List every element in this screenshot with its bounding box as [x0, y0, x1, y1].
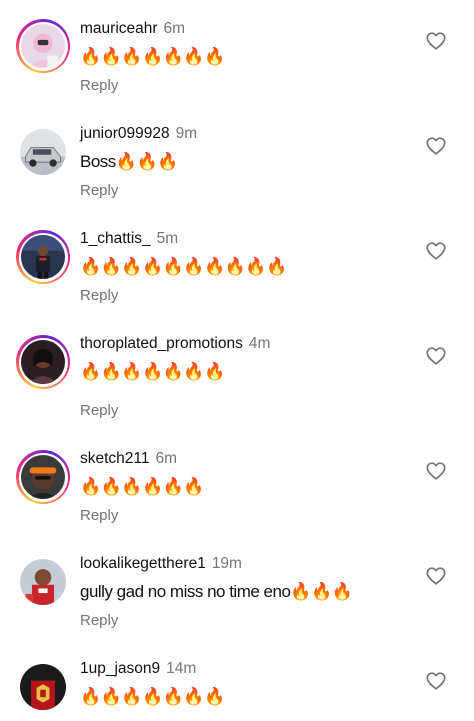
reply-button[interactable]: Reply: [80, 287, 118, 304]
comment-text: 🔥🔥🔥🔥🔥🔥🔥: [80, 47, 225, 66]
comment-time: 4m: [248, 335, 271, 352]
heart-outline-icon[interactable]: [425, 30, 447, 52]
reply-button[interactable]: Reply: [80, 402, 118, 419]
reply-button[interactable]: Reply: [80, 612, 118, 629]
comment-time: 9m: [175, 125, 198, 142]
comment-item: mauriceahr 6m 🔥🔥🔥🔥🔥🔥🔥 Reply: [0, 0, 474, 105]
comment-username-line: thoroplated_promotions 4m: [80, 335, 270, 353]
comment-time: 6m: [155, 450, 178, 467]
reply-button[interactable]: Reply: [80, 182, 118, 199]
heart-outline-icon[interactable]: [425, 345, 447, 367]
reply-button[interactable]: Reply: [80, 507, 118, 524]
avatar[interactable]: [16, 19, 70, 73]
comment-item: 1_chattis_ 5m 🔥🔥🔥🔥🔥🔥🔥🔥🔥🔥 Reply: [0, 210, 474, 315]
comment-time: 5m: [156, 230, 179, 247]
avatar[interactable]: [16, 555, 70, 609]
avatar[interactable]: [16, 450, 70, 504]
comment-username[interactable]: junior099928: [80, 125, 170, 142]
comment-text: 🔥🔥🔥🔥🔥🔥🔥: [80, 687, 225, 706]
comment-username[interactable]: thoroplated_promotions: [80, 335, 243, 352]
comment-time: 6m: [163, 20, 186, 37]
comment-username-line: sketch211 6m: [80, 450, 177, 468]
heart-outline-icon[interactable]: [425, 240, 447, 262]
avatar[interactable]: [16, 660, 70, 714]
reply-button[interactable]: Reply: [80, 77, 118, 94]
comment-text: 🔥🔥🔥🔥🔥🔥🔥: [80, 362, 225, 381]
avatar[interactable]: [16, 335, 70, 389]
comment-item: thoroplated_promotions 4m 🔥🔥🔥🔥🔥🔥🔥 Reply: [0, 315, 474, 420]
comment-username[interactable]: 1up_jason9: [80, 660, 160, 677]
comment-item: 1up_jason9 14m 🔥🔥🔥🔥🔥🔥🔥: [0, 640, 474, 721]
comment-item: sketch211 6m 🔥🔥🔥🔥🔥🔥 Reply: [0, 430, 474, 535]
comment-text: Boss🔥🔥🔥: [80, 152, 178, 171]
comment-username-line: 1up_jason9 14m: [80, 660, 196, 678]
avatar[interactable]: [16, 230, 70, 284]
comment-time: 19m: [211, 555, 242, 572]
heart-outline-icon[interactable]: [425, 460, 447, 482]
comment-username[interactable]: sketch211: [80, 450, 150, 467]
comment-username-line: junior099928 9m: [80, 125, 197, 143]
heart-outline-icon[interactable]: [425, 135, 447, 157]
comment-username-line: lookalikegetthere1 19m: [80, 555, 242, 573]
comment-username[interactable]: mauriceahr: [80, 20, 158, 37]
comment-text: 🔥🔥🔥🔥🔥🔥: [80, 477, 205, 496]
comment-item: lookalikegetthere1 19m gully gad no miss …: [0, 535, 474, 640]
heart-outline-icon[interactable]: [425, 670, 447, 692]
comment-text: gully gad no miss no time eno🔥🔥🔥: [80, 582, 353, 601]
comment-item: junior099928 9m Boss🔥🔥🔥 Reply: [0, 105, 474, 210]
comment-time: 14m: [166, 660, 197, 677]
comment-text: 🔥🔥🔥🔥🔥🔥🔥🔥🔥🔥: [80, 257, 287, 276]
comment-username[interactable]: 1_chattis_: [80, 230, 151, 247]
avatar[interactable]: [16, 125, 70, 179]
comment-username[interactable]: lookalikegetthere1: [80, 555, 206, 572]
heart-outline-icon[interactable]: [425, 565, 447, 587]
comment-username-line: 1_chattis_ 5m: [80, 230, 178, 248]
comment-username-line: mauriceahr 6m: [80, 20, 185, 38]
